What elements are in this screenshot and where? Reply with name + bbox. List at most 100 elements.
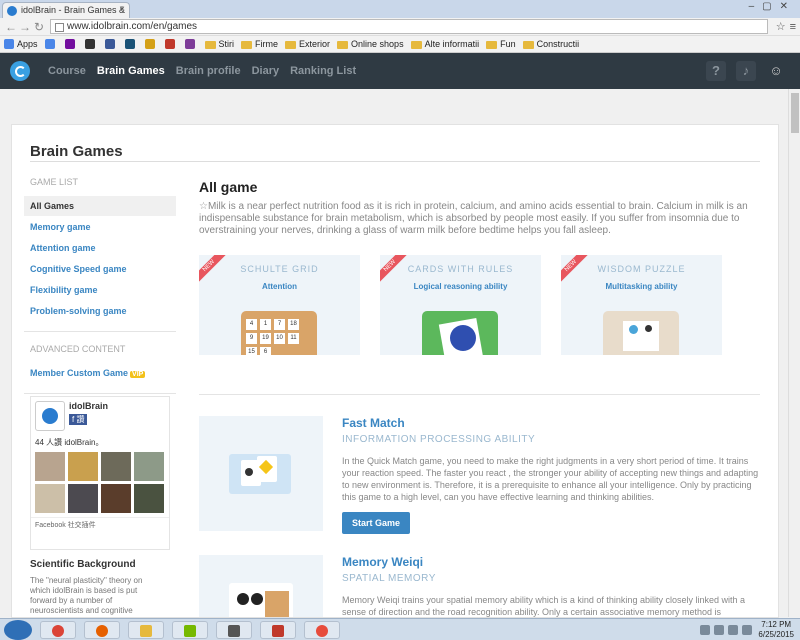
network-icon[interactable] — [728, 625, 739, 635]
main-content: All game ☆Milk is a near perfect nutriti… — [199, 179, 759, 355]
game-memory-weiqi: Memory Weiqi SPATIAL MEMORY Memory Weiqi… — [199, 555, 759, 617]
fan-avatar[interactable] — [101, 484, 131, 513]
volume-icon[interactable] — [742, 625, 753, 635]
bookmark-folder[interactable]: Firme — [241, 39, 278, 49]
game-category: SPATIAL MEMORY — [342, 573, 436, 584]
divider — [24, 331, 176, 332]
tile-skill: Multitasking ability — [605, 282, 678, 291]
bookmark-folder[interactable]: Exterior — [285, 39, 330, 49]
fast-match-image[interactable] — [199, 416, 323, 531]
sidebar-item-cognitive-speed[interactable]: Cognitive Speed game — [24, 259, 176, 279]
sidebar-item-attention[interactable]: Attention game — [24, 238, 176, 258]
tray-icon[interactable] — [700, 625, 711, 635]
clock[interactable]: 7:12 PM 6/25/2015 — [758, 620, 794, 640]
divider — [199, 394, 760, 395]
content-card: Brain Games GAME LIST All Games Memory g… — [11, 124, 779, 618]
browser-tab[interactable]: idolBrain - Brain Games & × — [2, 2, 130, 18]
tab-title: idolBrain - Brain Games & — [21, 5, 126, 15]
section-title: All game — [199, 179, 258, 195]
fan-avatar[interactable] — [68, 452, 98, 481]
sidebar-item-flexibility[interactable]: Flexibility game — [24, 280, 176, 300]
bookmark-folder[interactable]: Stiri — [204, 39, 234, 49]
featured-games: NEW SCHULTE GRID Attention 4 1 7 18 9 19… — [199, 255, 759, 355]
idolbrain-logo-icon[interactable] — [10, 61, 30, 81]
vip-badge: VIP — [130, 371, 146, 378]
bookmark-folder[interactable]: Fun — [486, 39, 516, 49]
game-title[interactable]: Fast Match — [342, 416, 759, 430]
game-description: In the Quick Match game, you need to mak… — [342, 456, 759, 502]
tile-title: SCHULTE GRID — [240, 264, 319, 274]
page-scrollbar[interactable] — [788, 89, 800, 617]
bell-icon[interactable]: ♪ — [736, 61, 756, 81]
memory-weiqi-image[interactable] — [199, 555, 323, 617]
idolbrain-page-logo[interactable] — [35, 401, 65, 431]
app-taskbar-icon[interactable] — [260, 620, 296, 639]
fan-avatar[interactable] — [134, 484, 164, 513]
window-controls[interactable]: –▢✕ — [749, 1, 796, 12]
page-title: Brain Games — [30, 143, 123, 160]
tile-title: WISDOM PUZZLE — [597, 264, 686, 274]
url-input[interactable]: www.idolbrain.com/en/games — [50, 19, 768, 34]
advanced-content-caption: ADVANCED CONTENT — [30, 344, 126, 354]
start-game-button[interactable]: Start Game — [342, 512, 411, 534]
scrollbar-thumb[interactable] — [791, 93, 799, 133]
fb-plugin-footer: Facebook 社交插件 — [31, 517, 169, 532]
nvidia-taskbar-icon[interactable] — [172, 620, 208, 639]
address-bar: ← → ↻ www.idolbrain.com/en/games ☆ ≡ — [0, 18, 800, 36]
avatar-icon[interactable]: ☺ — [766, 61, 786, 81]
tile-title: CARDS WITH RULES — [407, 264, 514, 274]
chrome-taskbar-icon[interactable] — [40, 620, 76, 639]
fan-avatar[interactable] — [35, 484, 65, 513]
nav-diary[interactable]: Diary — [252, 65, 280, 77]
cards-image — [422, 311, 498, 355]
bookmark-apps[interactable]: Apps — [4, 39, 38, 50]
divider — [24, 393, 176, 394]
nav-brain-profile[interactable]: Brain profile — [176, 65, 241, 77]
nav-course[interactable]: Course — [48, 65, 86, 77]
game-list-caption: GAME LIST — [30, 177, 79, 187]
firefox-taskbar-icon[interactable] — [84, 620, 120, 639]
fan-avatar[interactable] — [68, 484, 98, 513]
tile-schulte-grid[interactable]: NEW SCHULTE GRID Attention 4 1 7 18 9 19… — [199, 255, 360, 355]
scientific-background: Scientific Background The "neural plasti… — [30, 559, 160, 616]
fb-faces-grid — [31, 448, 169, 517]
bookmark-folder[interactable]: Constructii — [522, 39, 579, 49]
reload-icon[interactable]: ↻ — [32, 20, 46, 34]
start-button[interactable] — [4, 619, 32, 640]
tile-cards-with-rules[interactable]: NEW CARDS WITH RULES Logical reasoning a… — [380, 255, 541, 355]
game-title[interactable]: Memory Weiqi — [342, 555, 759, 569]
windows-taskbar: 7:12 PM 6/25/2015 — [0, 618, 800, 640]
explorer-taskbar-icon[interactable] — [128, 620, 164, 639]
sidebar: GAME LIST All Games Memory game Attentio… — [24, 177, 176, 406]
fan-avatar[interactable] — [35, 452, 65, 481]
fb-like-count: 44 人讚 idolBrain。 — [35, 438, 104, 447]
star-icon: ☆ — [199, 201, 208, 212]
sidebar-item-member-custom[interactable]: Member Custom Game VIP — [24, 363, 176, 383]
nav-ranking-list[interactable]: Ranking List — [290, 65, 356, 77]
site-favicon-icon — [7, 6, 17, 16]
menu-icon[interactable]: ≡ — [790, 21, 796, 33]
back-arrow-icon[interactable]: ← — [4, 20, 18, 34]
bookmark-folder[interactable]: Online shops — [337, 39, 404, 49]
forward-arrow-icon[interactable]: → — [18, 20, 32, 34]
fan-avatar[interactable] — [101, 452, 131, 481]
sidebar-item-all-games[interactable]: All Games — [24, 196, 176, 216]
game-category: INFORMATION PROCESSING ABILITY — [342, 434, 536, 445]
tile-wisdom-puzzle[interactable]: NEW WISDOM PUZZLE Multitasking ability — [561, 255, 722, 355]
m-app-taskbar-icon[interactable] — [216, 620, 252, 639]
app-taskbar-icon[interactable] — [304, 620, 340, 639]
bookmark-folder[interactable]: Alte informatii — [410, 39, 479, 49]
sidebar-item-problem-solving[interactable]: Problem-solving game — [24, 301, 176, 321]
tray-icon[interactable] — [714, 625, 725, 635]
fan-avatar[interactable] — [134, 452, 164, 481]
fb-like-button[interactable]: f 讚 — [69, 414, 88, 425]
system-tray: 7:12 PM 6/25/2015 — [696, 620, 794, 640]
sidebar-item-memory[interactable]: Memory game — [24, 217, 176, 237]
help-icon[interactable]: ? — [706, 61, 726, 81]
site-navbar: Course Brain Games Brain profile Diary R… — [0, 53, 800, 89]
nav-brain-games[interactable]: Brain Games — [97, 65, 165, 77]
close-tab-icon[interactable]: × — [119, 4, 125, 15]
fb-page-name[interactable]: idolBrain — [69, 401, 108, 411]
bookmark-star-icon[interactable]: ☆ — [776, 20, 786, 33]
game-description: Memory Weiqi trains your spatial memory … — [342, 595, 745, 617]
